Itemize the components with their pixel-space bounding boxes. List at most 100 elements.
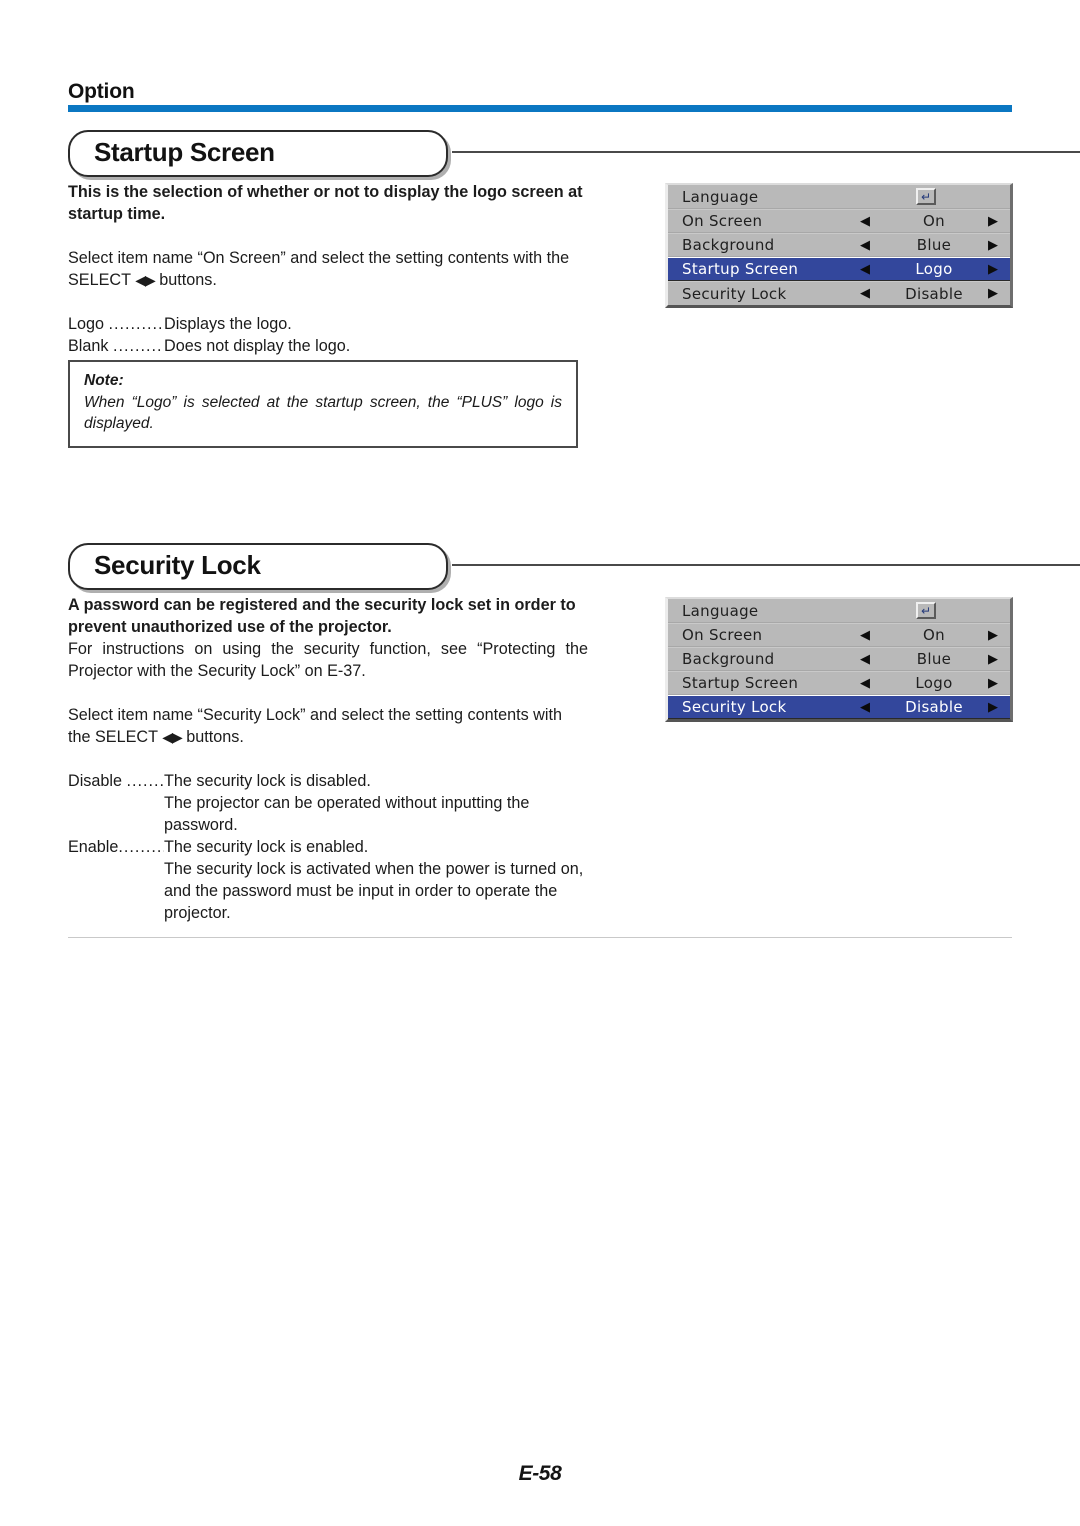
osd-row-language[interactable]: Language ↵	[668, 599, 1010, 623]
section-heading-rule	[452, 564, 1080, 566]
security-instruction-suffix: buttons.	[181, 728, 244, 746]
osd-menu-startup-screen[interactable]: Language ↵ On Screen ◀ On ▶ Background ◀…	[665, 183, 1013, 308]
osd-row-label: On Screen	[682, 212, 763, 230]
osd-row-startup-screen[interactable]: Startup Screen ◀ Logo ▶	[668, 671, 1010, 695]
osd-row-value: On	[923, 626, 945, 644]
osd-row-on-screen[interactable]: On Screen ◀ On ▶	[668, 209, 1010, 233]
osd-row-label: Language	[682, 601, 759, 620]
startup-options-list: Logo ........... Displays the logo. Blan…	[68, 313, 588, 357]
osd-row-value: Disable	[905, 284, 963, 303]
osd-row-background[interactable]: Background ◀ Blue ▶	[668, 233, 1010, 257]
osd-row-label: Startup Screen	[682, 260, 799, 278]
option-term: Enable.........	[68, 836, 164, 858]
security-intro-bold: A password can be registered and the sec…	[68, 596, 576, 636]
section-title-pill: Security Lock	[68, 543, 448, 590]
left-arrow-icon[interactable]: ◀	[860, 677, 870, 690]
right-arrow-icon[interactable]: ▶	[988, 215, 998, 228]
option-dots: ..........	[113, 337, 164, 355]
section-heading-rule	[452, 151, 1080, 153]
osd-row-label: On Screen	[682, 626, 763, 644]
right-arrow-icon[interactable]: ▶	[988, 287, 998, 300]
note-box: Note: When “Logo” is selected at the sta…	[68, 360, 578, 448]
list-item: Enable......... The security lock is ena…	[68, 836, 588, 858]
right-arrow-icon[interactable]: ▶	[988, 701, 998, 714]
list-item: Logo ........... Displays the logo.	[68, 313, 588, 335]
left-arrow-icon[interactable]: ◀	[860, 215, 870, 228]
option-description: Does not display the logo.	[164, 337, 351, 355]
osd-row-language[interactable]: Language ↵	[668, 185, 1010, 209]
page-category-label: Option	[68, 80, 135, 103]
option-description: The security lock is enabled.	[164, 838, 369, 856]
option-term-text: Blank	[68, 337, 109, 355]
note-body: When “Logo” is selected at the startup s…	[84, 394, 562, 432]
header-accent-rule	[68, 105, 1012, 112]
option-dots: ...........	[108, 315, 164, 333]
osd-row-label: Language	[682, 187, 759, 206]
section-heading-startup-screen: Startup Screen	[68, 130, 1080, 177]
security-options-list: Disable ....... The security lock is dis…	[68, 770, 588, 924]
osd-row-on-screen[interactable]: On Screen ◀ On ▶	[668, 623, 1010, 647]
startup-screen-body: This is the selection of whether or not …	[68, 181, 588, 357]
section-title: Security Lock	[94, 550, 261, 580]
osd-row-value: Logo	[915, 260, 953, 278]
left-arrow-icon[interactable]: ◀	[860, 701, 870, 714]
osd-row-label: Background	[682, 236, 775, 254]
list-item: Disable ....... The security lock is dis…	[68, 770, 588, 792]
option-term-text: Logo	[68, 315, 105, 333]
security-intro-plain: For instructions on using the security f…	[68, 640, 588, 680]
section-title-pill: Startup Screen	[68, 130, 448, 177]
note-title: Note:	[84, 372, 124, 389]
osd-row-background[interactable]: Background ◀ Blue ▶	[668, 647, 1010, 671]
option-term-text: Disable	[68, 772, 122, 790]
right-arrow-icon[interactable]: ▶	[988, 677, 998, 690]
right-arrow-icon[interactable]: ▶	[988, 653, 998, 666]
enter-key-icon[interactable]: ↵	[916, 188, 936, 205]
option-term: Logo ...........	[68, 313, 164, 335]
left-arrow-icon[interactable]: ◀	[860, 239, 870, 252]
page-number: E-58	[518, 1462, 562, 1485]
enter-key-icon[interactable]: ↵	[916, 602, 936, 619]
security-instruction-prefix: Select item name “Security Lock” and sel…	[68, 706, 562, 746]
security-lock-body: A password can be registered and the sec…	[68, 594, 588, 924]
option-term: Disable .......	[68, 770, 164, 792]
security-instruction: Select item name “Security Lock” and sel…	[68, 704, 588, 748]
option-description: The security lock is disabled.	[164, 772, 371, 790]
select-arrows-icon: ◀▶	[162, 729, 183, 745]
option-continuation: The security lock is activated when the …	[164, 860, 584, 922]
option-continuation: The projector can be operated without in…	[164, 794, 530, 834]
osd-row-value: Blue	[916, 236, 952, 254]
osd-row-value: Logo	[915, 674, 953, 692]
osd-row-value: Disable	[905, 698, 963, 716]
option-dots: .........	[118, 838, 164, 856]
osd-row-value: Blue	[916, 650, 952, 668]
osd-menu-security-lock[interactable]: Language ↵ On Screen ◀ On ▶ Background ◀…	[665, 597, 1013, 722]
right-arrow-icon[interactable]: ▶	[988, 263, 998, 276]
osd-row-label: Security Lock	[682, 284, 787, 303]
option-dots: .......	[126, 772, 164, 790]
select-arrows-icon: ◀▶	[135, 272, 156, 288]
osd-row-security-lock[interactable]: Security Lock ◀ Disable ▶	[668, 281, 1010, 305]
left-arrow-icon[interactable]: ◀	[860, 263, 870, 276]
section-title: Startup Screen	[94, 137, 275, 167]
osd-row-label: Background	[682, 650, 775, 668]
list-item: Blank .......... Does not display the lo…	[68, 335, 588, 357]
manual-page: Option Startup Screen This is the select…	[0, 0, 1080, 1526]
option-term-text: Enable	[68, 838, 119, 856]
osd-row-startup-screen[interactable]: Startup Screen ◀ Logo ▶	[668, 257, 1010, 281]
option-description: Displays the logo.	[164, 315, 292, 333]
osd-row-security-lock[interactable]: Security Lock ◀ Disable ▶	[668, 695, 1010, 719]
right-arrow-icon[interactable]: ▶	[988, 239, 998, 252]
osd-row-label: Security Lock	[682, 698, 787, 716]
left-arrow-icon[interactable]: ◀	[860, 653, 870, 666]
left-arrow-icon[interactable]: ◀	[860, 287, 870, 300]
startup-instruction-suffix: buttons.	[154, 271, 217, 289]
osd-row-label: Startup Screen	[682, 674, 799, 692]
startup-instruction: Select item name “On Screen” and select …	[68, 247, 588, 291]
osd-row-value: On	[923, 212, 945, 230]
startup-intro-bold: This is the selection of whether or not …	[68, 183, 583, 223]
right-arrow-icon[interactable]: ▶	[988, 629, 998, 642]
left-arrow-icon[interactable]: ◀	[860, 629, 870, 642]
footer-divider	[68, 937, 1012, 938]
section-heading-security-lock: Security Lock	[68, 543, 1080, 590]
option-term: Blank ..........	[68, 335, 164, 357]
